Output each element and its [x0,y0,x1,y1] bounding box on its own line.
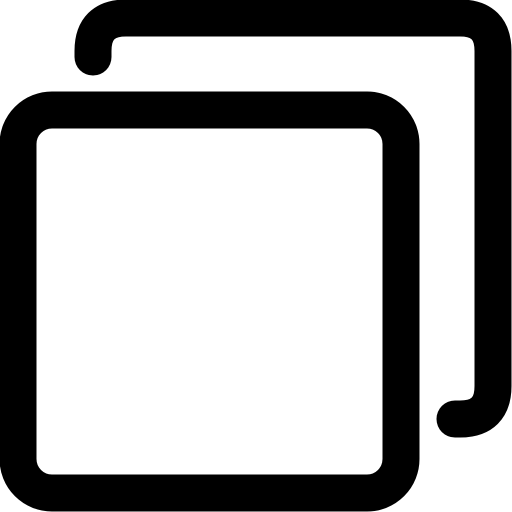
copy-icon[interactable] [0,0,512,512]
copy-icon-back-page [74,0,512,438]
icon-canvas [0,0,512,512]
copy-icon-front-page [0,91,420,512]
